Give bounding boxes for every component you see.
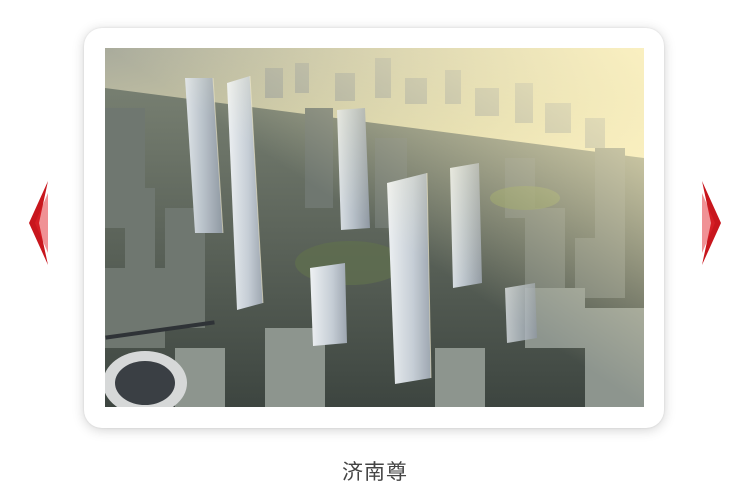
slide-caption: 济南尊 [342,460,408,484]
carousel-slide-card [84,28,664,428]
chevron-right-icon [702,181,721,265]
city-skyline-photo [105,48,644,407]
carousel-prev-button[interactable] [29,181,49,265]
carousel-next-button[interactable] [701,181,721,265]
chevron-left-icon [29,181,48,265]
